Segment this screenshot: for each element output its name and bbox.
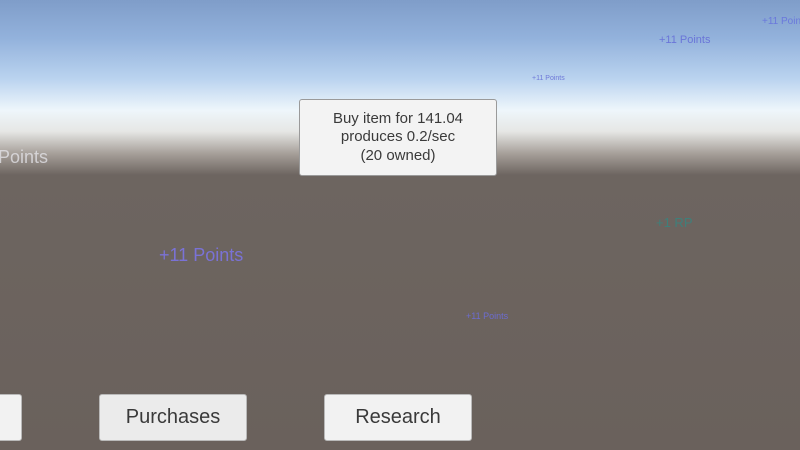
production-rate-text: produces 0.2/sec <box>340 128 456 146</box>
floating-points-corner: +11 Points <box>762 16 800 27</box>
research-label: Research <box>355 406 441 428</box>
owned-count-text: (20 owned) <box>360 146 436 164</box>
floating-points-small-lower: +11 Points <box>466 311 509 321</box>
floating-points-left: Points <box>0 147 49 167</box>
partial-menu-button[interactable] <box>0 394 22 441</box>
floating-points-small-upper: +11 Points <box>532 75 565 82</box>
purchases-label: Purchases <box>125 406 221 428</box>
floating-points-large: +11 Points <box>159 245 244 265</box>
game-scene: Points +11 Points +11 Points +11 Points … <box>0 0 800 450</box>
floating-points-top-right: +11 Points <box>659 34 711 46</box>
floating-rp: +1 RP <box>656 215 693 230</box>
buy-price-text: Buy item for 141.04 <box>332 109 464 127</box>
buy-item-button[interactable]: Buy item for 141.04 produces 0.2/sec (20… <box>299 99 497 176</box>
purchases-button[interactable]: Purchases <box>99 394 247 441</box>
research-button[interactable]: Research <box>324 394 472 441</box>
